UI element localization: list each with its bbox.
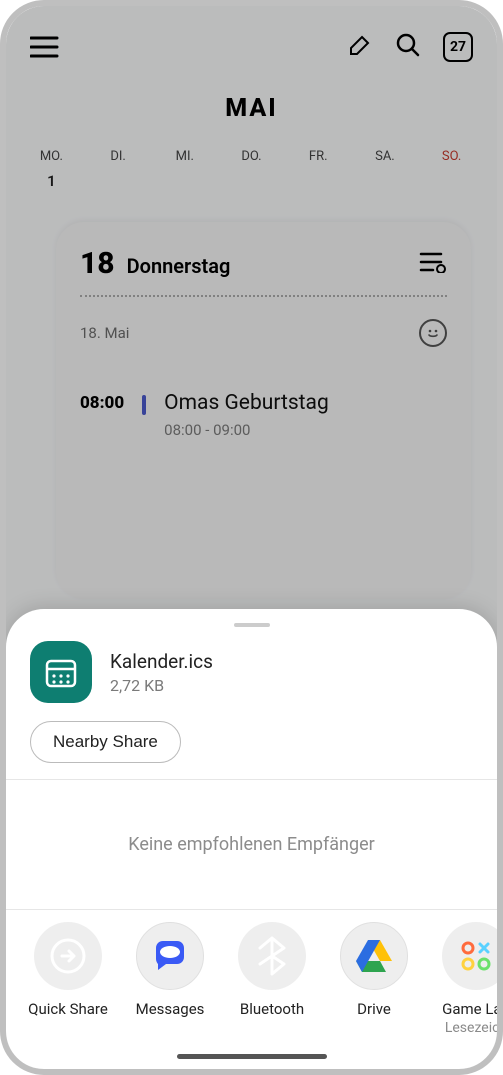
month-title: MAI	[6, 94, 497, 123]
weekday-do: DO.	[218, 149, 285, 164]
event-row[interactable]: 08:00 Omas Geburtstag 08:00 - 09:00	[80, 391, 447, 439]
day-panel: 18 Donnerstag 18. Mai 08:00 Omas Geburts…	[56, 222, 471, 599]
target-label: Messages	[122, 1000, 218, 1018]
nearby-share-button[interactable]: Nearby Share	[30, 721, 181, 763]
day-number: 18	[80, 246, 115, 281]
calendar-file-icon	[30, 641, 92, 703]
target-game-launcher[interactable]: Game Lau Lesezeich	[428, 922, 497, 1036]
messages-icon	[136, 922, 204, 990]
weekday-mo: MO.	[18, 149, 85, 164]
target-label: Game Lau	[428, 1000, 497, 1018]
target-label: Drive	[326, 1000, 422, 1018]
menu-icon[interactable]	[30, 35, 60, 59]
date-cell[interactable]: 1	[18, 172, 85, 190]
bluetooth-icon	[238, 922, 306, 990]
file-info: Kalender.ics 2,72 KB	[6, 635, 497, 721]
event-time: 08:00	[80, 391, 124, 413]
weekday-header: MO. DI. MI. DO. FR. SA. SO.	[6, 149, 497, 164]
day-name: Donnerstag	[127, 254, 231, 278]
today-date: 27	[450, 39, 466, 55]
home-indicator[interactable]	[177, 1054, 327, 1059]
game-launcher-icon	[442, 922, 497, 990]
target-quick-share[interactable]: Quick Share	[20, 922, 116, 1036]
smiley-icon[interactable]	[419, 319, 447, 347]
search-icon[interactable]	[395, 32, 421, 62]
target-drive[interactable]: Drive	[326, 922, 422, 1036]
topbar: 27	[6, 6, 497, 72]
dateline: 18. Mai	[80, 324, 129, 342]
weekday-di: DI.	[85, 149, 152, 164]
target-messages[interactable]: Messages	[122, 922, 218, 1036]
weekday-sa: SA.	[352, 149, 419, 164]
edit-icon[interactable]	[347, 32, 373, 62]
quick-share-icon	[34, 922, 102, 990]
divider	[80, 295, 447, 297]
target-sublabel: Lesezeich	[428, 1020, 497, 1036]
weekday-mi: MI.	[151, 149, 218, 164]
weekday-so: SO.	[418, 149, 485, 164]
target-label: Bluetooth	[224, 1000, 320, 1018]
list-toggle-icon[interactable]	[419, 251, 447, 277]
calendar-row: 1	[6, 164, 497, 190]
today-button[interactable]: 27	[443, 32, 473, 62]
drive-icon	[340, 922, 408, 990]
event-range: 08:00 - 09:00	[164, 421, 329, 439]
file-size: 2,72 KB	[110, 676, 213, 695]
no-recipients-text: Keine empfohlenen Empfänger	[6, 780, 497, 909]
share-sheet: Kalender.ics 2,72 KB Nearby Share Keine …	[6, 609, 497, 1069]
share-targets[interactable]: Quick Share Messages Bluetooth Drive	[6, 910, 497, 1044]
target-label: Quick Share	[20, 1000, 116, 1018]
target-bluetooth[interactable]: Bluetooth	[224, 922, 320, 1036]
device-frame: 27 MAI MO. DI. MI. DO. FR. SA. SO. 1 18 …	[0, 0, 503, 1075]
event-title: Omas Geburtstag	[164, 391, 329, 415]
drag-handle[interactable]	[234, 623, 270, 627]
weekday-fr: FR.	[285, 149, 352, 164]
event-color-bar	[142, 395, 146, 415]
file-name: Kalender.ics	[110, 650, 213, 673]
